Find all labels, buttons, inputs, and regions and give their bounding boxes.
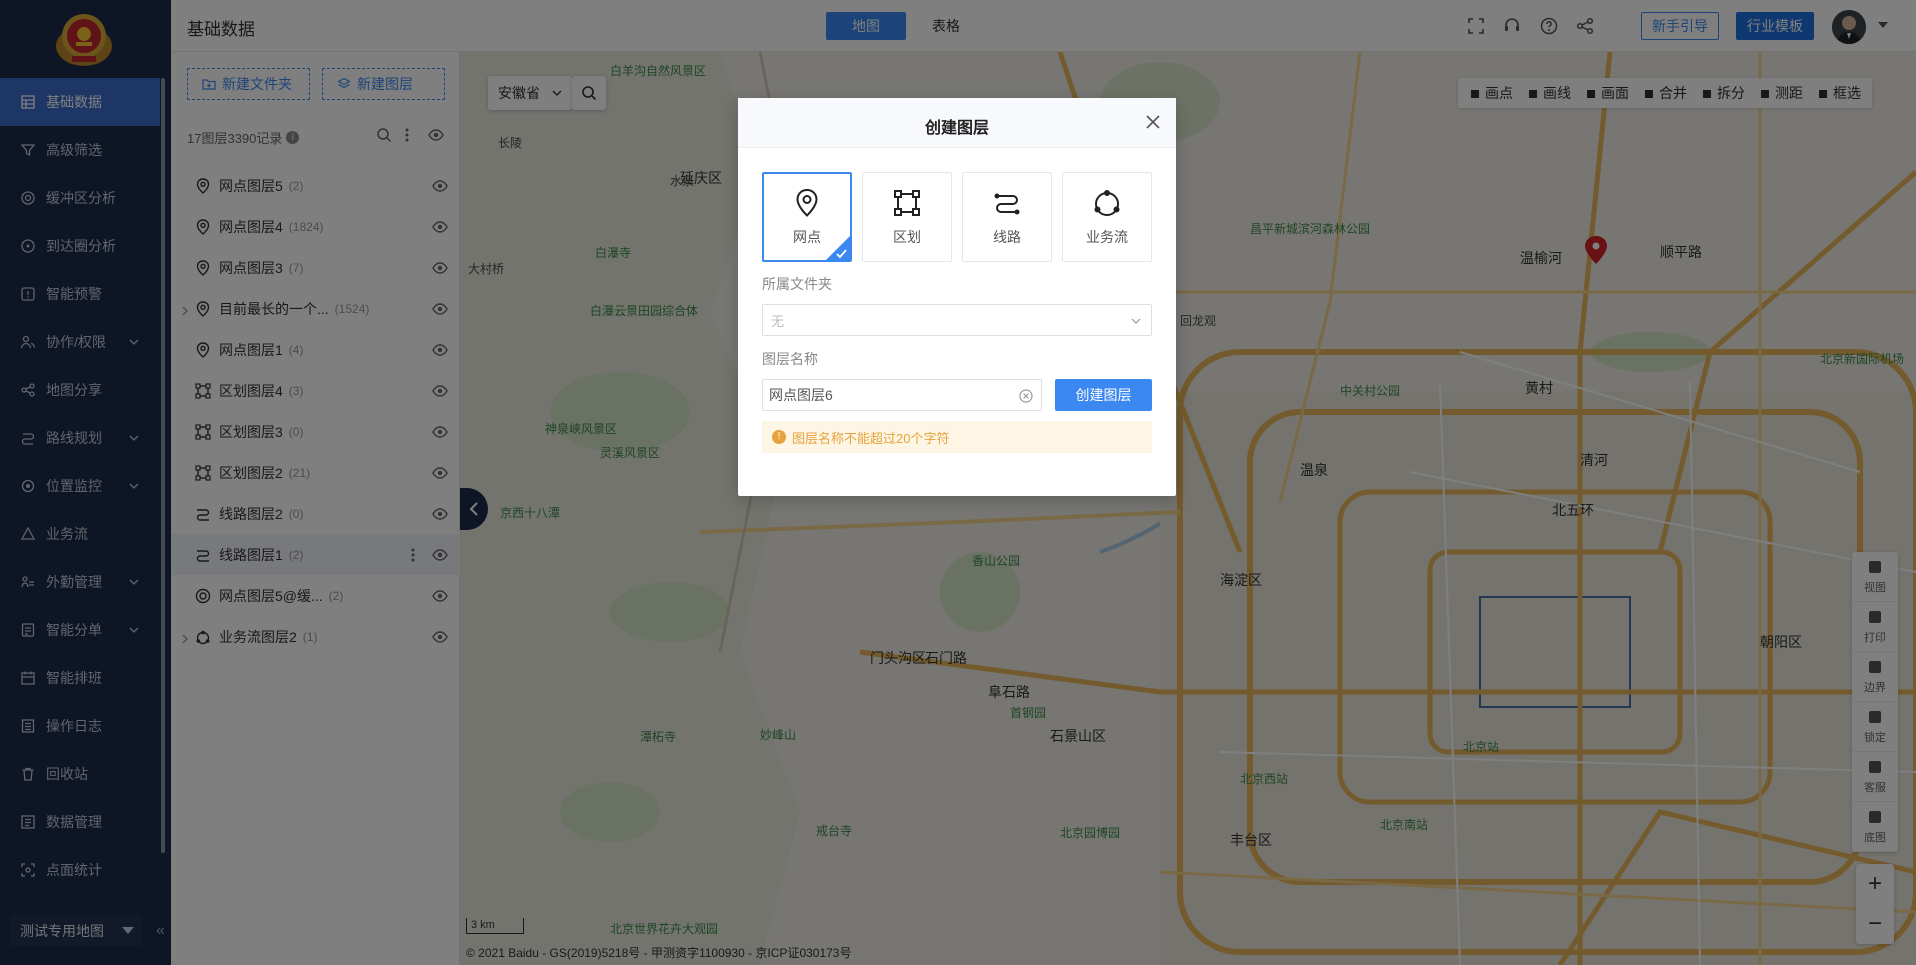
chevron-down-icon: [1131, 318, 1141, 324]
layer-type-point[interactable]: 网点: [762, 172, 852, 262]
dialog-header: 创建图层: [738, 98, 1176, 148]
create-layer-dialog: 创建图层 网点 区划 线路 业务流 所属文件夹 无 图层名称 网点图层6 创建图…: [738, 98, 1176, 496]
route-icon: [994, 193, 1020, 215]
folder-select[interactable]: 无: [762, 304, 1152, 336]
checkmark-icon: [825, 235, 851, 261]
map-pin-icon: [796, 188, 818, 217]
warning-info-icon: !: [772, 430, 786, 444]
layer-name-field-label: 图层名称: [762, 351, 818, 367]
layer-type-business-flow[interactable]: 业务流: [1062, 172, 1152, 262]
folder-field-label: 所属文件夹: [762, 276, 832, 292]
layer-type-selector: 网点 区划 线路 业务流: [762, 172, 1152, 262]
layer-type-label: 线路: [993, 229, 1021, 245]
region-polygon-icon: [894, 190, 920, 216]
name-length-warning: ! 图层名称不能超过20个字符: [762, 421, 1152, 453]
layer-type-route[interactable]: 线路: [962, 172, 1052, 262]
clear-input-icon[interactable]: [1019, 389, 1033, 403]
layer-type-label: 网点: [793, 229, 821, 245]
business-flow-icon: [1094, 190, 1120, 216]
layer-type-label: 业务流: [1086, 229, 1128, 245]
dialog-title: 创建图层: [924, 120, 989, 137]
folder-select-value: 无: [771, 313, 785, 329]
close-icon[interactable]: [1146, 115, 1160, 129]
layer-type-region[interactable]: 区划: [862, 172, 952, 262]
create-layer-button[interactable]: 创建图层: [1055, 379, 1152, 411]
layer-name-input[interactable]: 网点图层6: [762, 379, 1042, 411]
layer-name-value: 网点图层6: [769, 387, 833, 403]
warning-text: 图层名称不能超过20个字符: [792, 430, 950, 446]
layer-type-label: 区划: [893, 229, 921, 245]
